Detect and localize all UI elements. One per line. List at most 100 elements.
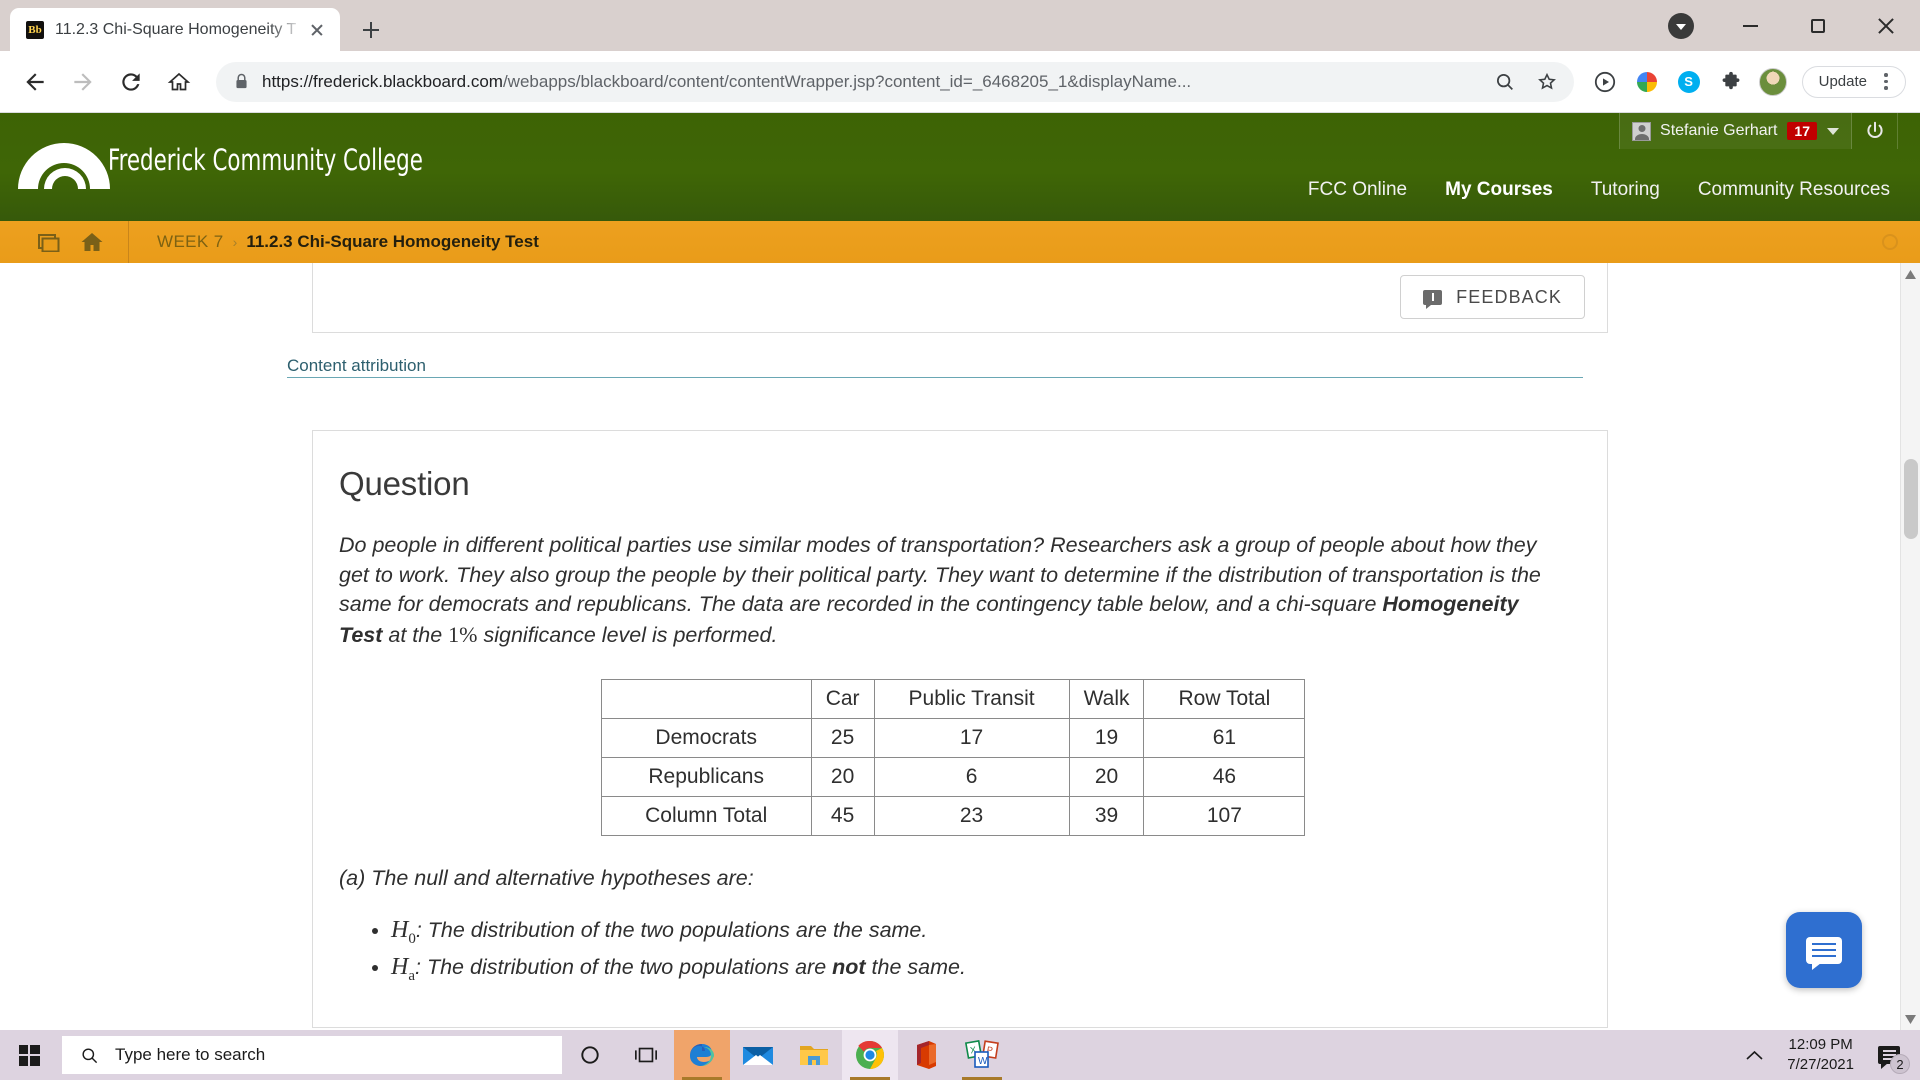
- main-navigation: FCC Online My Courses Tutoring Community…: [1308, 179, 1890, 201]
- clock[interactable]: 12:09 PM 7/27/2021: [1787, 1035, 1854, 1076]
- chevron-down-icon[interactable]: [1827, 127, 1839, 135]
- svg-text:W: W: [978, 1056, 988, 1067]
- browser-window: Bb 11.2.3 Chi-Square Homogeneity T https…: [0, 0, 1920, 1030]
- file-explorer-icon[interactable]: [786, 1030, 842, 1080]
- hypotheses-list: H0: The distribution of the two populati…: [391, 913, 1567, 987]
- task-view-icon[interactable]: [618, 1030, 674, 1080]
- table-row: Democrats 25 17 19 61: [600, 717, 1306, 758]
- feedback-button[interactable]: FEEDBACK: [1400, 275, 1585, 319]
- cortana-icon[interactable]: [562, 1030, 618, 1080]
- feedback-icon: [1423, 289, 1443, 309]
- scroll-down-arrow-icon[interactable]: [1901, 1008, 1920, 1030]
- scrollbar-thumb[interactable]: [1904, 459, 1918, 539]
- url-text: https://frederick.blackboard.com/webapps…: [262, 71, 1192, 91]
- notification-center-button[interactable]: 2: [1872, 1038, 1910, 1074]
- reload-icon[interactable]: [110, 61, 152, 103]
- logout-button[interactable]: [1852, 113, 1898, 149]
- alt-hypothesis-text-after: the same.: [865, 954, 966, 979]
- content-attribution-link[interactable]: Content attribution: [287, 355, 1583, 379]
- minimize-button[interactable]: [1716, 0, 1784, 51]
- scroll-up-arrow-icon[interactable]: [1901, 263, 1920, 285]
- column-header-public-transit: Public Transit: [873, 678, 1070, 719]
- row-label-republicans: Republicans: [600, 756, 812, 797]
- question-text: Do people in different political parties…: [339, 531, 1567, 651]
- extensions-puzzle-icon[interactable]: [1710, 61, 1752, 103]
- chat-support-button[interactable]: [1786, 912, 1862, 988]
- clock-time: 12:09 PM: [1788, 1035, 1853, 1053]
- update-button[interactable]: Update: [1801, 65, 1906, 98]
- chat-icon: [1806, 936, 1842, 970]
- tab-title: 11.2.3 Chi-Square Homogeneity T: [55, 20, 297, 38]
- column-header-car: Car: [810, 678, 875, 719]
- skype-icon[interactable]: S: [1668, 61, 1710, 103]
- row-label-column-total: Column Total: [600, 795, 812, 836]
- close-window-button[interactable]: [1852, 0, 1920, 51]
- table-row: Republicans 20 6 20 46: [600, 756, 1306, 797]
- home-icon[interactable]: [158, 61, 200, 103]
- edge-icon[interactable]: [674, 1030, 730, 1080]
- cell-republicans-public-transit: 6: [873, 756, 1070, 797]
- user-menu[interactable]: Stefanie Gerhart 17: [1619, 113, 1852, 149]
- profile-avatar-icon[interactable]: [1752, 61, 1794, 103]
- kebab-menu-icon[interactable]: [1873, 73, 1899, 90]
- nav-item-my-courses[interactable]: My Courses: [1445, 179, 1553, 201]
- chrome-icon[interactable]: [842, 1030, 898, 1080]
- content-scroll-area: FEEDBACK Content attribution Question Do…: [0, 263, 1920, 1030]
- close-tab-icon[interactable]: [304, 17, 330, 43]
- notification-count-badge: 2: [1890, 1054, 1910, 1074]
- zoom-icon[interactable]: [1484, 61, 1526, 103]
- grammarly-icon[interactable]: [1626, 61, 1668, 103]
- back-icon[interactable]: [14, 61, 56, 103]
- toolbar-right-icons: S Update: [1584, 61, 1906, 103]
- alt-hypothesis-text-before: : The distribution of the two population…: [415, 954, 833, 979]
- office-apps-icon[interactable]: X P W: [954, 1030, 1010, 1080]
- nav-item-community-resources[interactable]: Community Resources: [1698, 179, 1890, 201]
- maximize-button[interactable]: [1784, 0, 1852, 51]
- breadcrumb: WEEK 7 › 11.2.3 Chi-Square Homogeneity T…: [129, 232, 539, 252]
- row-label-democrats: Democrats: [600, 717, 812, 758]
- list-item: H0: The distribution of the two populati…: [391, 913, 1567, 950]
- column-header-row-total: Row Total: [1143, 678, 1306, 719]
- start-button[interactable]: [0, 1030, 58, 1080]
- tab-strip: Bb 11.2.3 Chi-Square Homogeneity T: [0, 0, 1920, 51]
- cell-republicans-row-total: 46: [1143, 756, 1306, 797]
- avatar: [1632, 121, 1652, 141]
- window-controls: [1668, 0, 1920, 51]
- blackboard-favicon: Bb: [26, 20, 44, 39]
- part-a-label: (a) The null and alternative hypotheses …: [339, 865, 754, 890]
- table-header-row: Car Public Transit Walk Row Total: [600, 678, 1306, 719]
- question-text-part2: at the: [382, 623, 449, 648]
- notification-badge: 17: [1787, 122, 1817, 140]
- system-tray: 12:09 PM 7/27/2021 2: [1739, 1035, 1920, 1076]
- media-play-icon[interactable]: [1584, 61, 1626, 103]
- new-tab-button[interactable]: [354, 13, 388, 47]
- bookmark-star-icon[interactable]: [1526, 61, 1568, 103]
- clock-date: 7/27/2021: [1787, 1056, 1854, 1073]
- breadcrumb-parent[interactable]: WEEK 7: [157, 232, 224, 252]
- search-input[interactable]: Type here to search: [62, 1036, 562, 1074]
- cell-democrats-car: 25: [810, 717, 875, 758]
- browser-tab[interactable]: Bb 11.2.3 Chi-Square Homogeneity T: [10, 8, 340, 51]
- table-corner-cell: [600, 678, 812, 719]
- college-logo[interactable]: Frederick Community College: [14, 129, 492, 191]
- page-title: Question: [339, 465, 470, 503]
- address-bar[interactable]: https://frederick.blackboard.com/webapps…: [216, 61, 1574, 103]
- chevron-down-icon[interactable]: [1668, 12, 1694, 39]
- page-scrollbar[interactable]: [1900, 263, 1920, 1030]
- nav-item-fcc-online[interactable]: FCC Online: [1308, 179, 1407, 201]
- question-panel: Question Do people in different politica…: [312, 430, 1608, 1028]
- search-icon: [82, 1047, 98, 1063]
- cell-republicans-car: 20: [810, 756, 875, 797]
- user-bar: Stefanie Gerhart 17: [1619, 113, 1898, 149]
- office-icon[interactable]: [898, 1030, 954, 1080]
- show-hidden-icons-icon[interactable]: [1739, 1050, 1769, 1061]
- arch-logo-icon: [18, 143, 110, 189]
- question-text-part3: significance level is performed.: [477, 623, 778, 648]
- question-text-part1: Do people in different political parties…: [339, 533, 1541, 617]
- collapse-circle-icon[interactable]: [1882, 234, 1898, 250]
- cell-grand-total: 107: [1143, 795, 1306, 836]
- mail-icon[interactable]: [730, 1030, 786, 1080]
- nav-item-tutoring[interactable]: Tutoring: [1591, 179, 1660, 201]
- table-row: Column Total 45 23 39 107: [600, 795, 1306, 836]
- windows-taskbar: Type here to search X P W 12:09 PM 7/27/…: [0, 1030, 1920, 1080]
